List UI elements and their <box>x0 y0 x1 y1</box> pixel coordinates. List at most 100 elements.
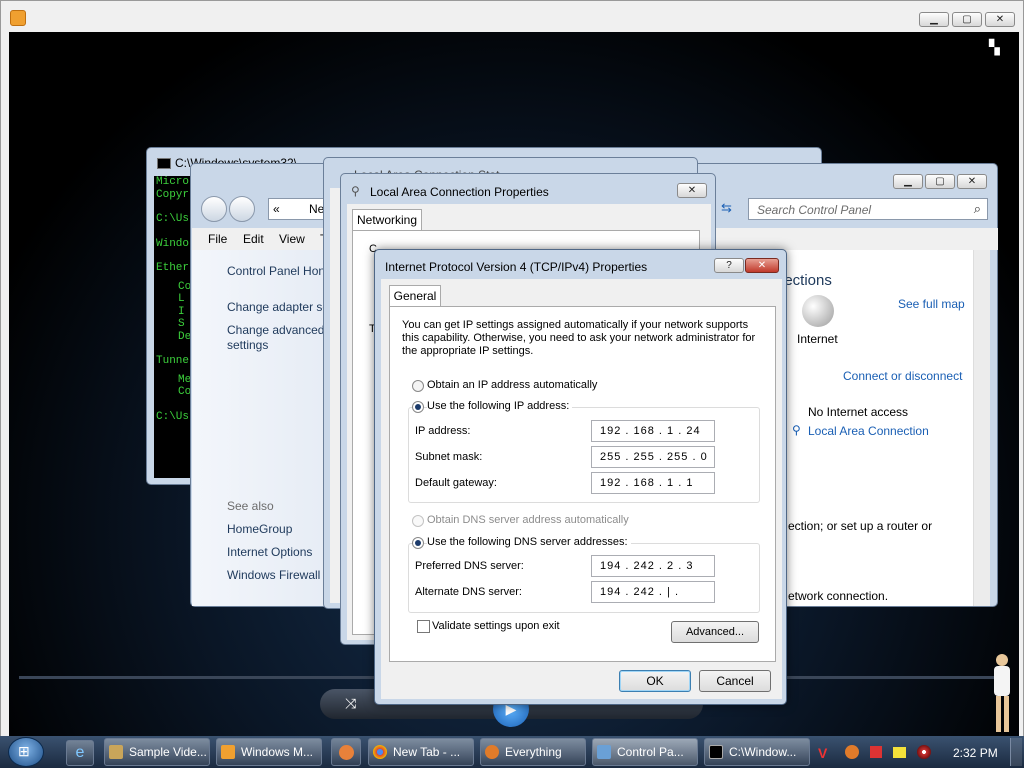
desktop-figure <box>984 652 1020 736</box>
ok-button[interactable]: OK <box>619 670 691 692</box>
tab-networking[interactable]: Networking <box>352 209 422 231</box>
use-dns-radio[interactable] <box>412 537 424 549</box>
forward-button[interactable] <box>229 196 255 222</box>
obtain-dns-label: Obtain DNS server address automatically <box>427 514 629 526</box>
chrome-icon <box>373 745 387 759</box>
no-internet-access: No Internet access <box>808 405 909 419</box>
preferred-dns-input[interactable]: 194 . 242 . 2 . 3 <box>591 555 715 577</box>
taskbar-item-label: Windows M... <box>241 745 314 759</box>
folder-icon <box>109 745 123 759</box>
alternate-dns-input[interactable]: 194 . 242 . | . <box>591 581 715 603</box>
lan-icon: ⚲ <box>792 423 801 437</box>
close-button[interactable]: ✕ <box>677 183 707 198</box>
taskbar-item-sample-video[interactable]: Sample Vide... <box>104 738 210 766</box>
obtain-ip-radio[interactable] <box>412 380 424 392</box>
sidebar-item-advanced[interactable]: Change advanced <box>227 323 324 337</box>
alternate-dns-label: Alternate DNS server: <box>415 586 522 598</box>
network-icon: ⚲ <box>351 184 360 198</box>
menu-edit[interactable]: Edit <box>243 232 264 246</box>
tray-v-icon[interactable]: V <box>818 745 827 761</box>
firefox-icon[interactable] <box>331 738 361 766</box>
setup-text: ection; or set up a router or <box>788 519 933 533</box>
show-desktop-button[interactable] <box>1010 738 1022 766</box>
sidebar: Control Panel Hon Change adapter se Chan… <box>192 250 332 606</box>
use-ip-radio[interactable] <box>412 401 424 413</box>
cancel-button[interactable]: Cancel <box>699 670 771 692</box>
dialog-body: General You can get IP settings assigned… <box>381 279 782 699</box>
shuffle-icon[interactable]: ⤨ <box>345 695 363 713</box>
default-gateway-label: Default gateway: <box>415 477 497 489</box>
search-icon: ⌕ <box>973 201 981 216</box>
sidebar-item-firewall[interactable]: Windows Firewall <box>227 568 320 582</box>
connect-disconnect-link[interactable]: Connect or disconnect <box>843 369 962 383</box>
sidebar-item-adapter[interactable]: Change adapter se <box>227 300 329 314</box>
close-button[interactable]: ✕ <box>957 174 987 189</box>
internet-label: Internet <box>797 332 838 346</box>
start-button[interactable]: ⊞ <box>8 737 44 767</box>
obtain-ip-label[interactable]: Obtain an IP address automatically <box>427 379 597 391</box>
vertical-scrollbar[interactable] <box>973 250 990 606</box>
see-also-heading: See also <box>227 499 274 513</box>
see-full-map-link[interactable]: See full map <box>898 297 965 311</box>
ip-address-input[interactable]: 192 . 168 . 1 . 24 <box>591 420 715 442</box>
close-button[interactable]: ✕ <box>985 12 1015 27</box>
media-player-icon <box>10 10 26 26</box>
use-dns-label[interactable]: Use the following DNS server addresses: <box>427 536 631 548</box>
subnet-mask-input[interactable]: 255 . 255 . 255 . 0 <box>591 446 715 468</box>
menu-file[interactable]: File <box>208 232 227 246</box>
default-gateway-input[interactable]: 192 . 168 . 1 . 1 <box>591 472 715 494</box>
back-arrows-icon: « <box>273 202 280 216</box>
tab-general[interactable]: General <box>389 285 441 307</box>
search-icon <box>485 745 499 759</box>
taskbar-item-new-tab[interactable]: New Tab - ... <box>368 738 474 766</box>
taskbar-item-label: New Tab - ... <box>393 745 461 759</box>
maximize-button[interactable]: ▢ <box>952 12 982 27</box>
advanced-button[interactable]: Advanced... <box>671 621 759 643</box>
minimize-button[interactable]: ▁ <box>919 12 949 27</box>
tray-search-icon[interactable] <box>845 745 859 759</box>
taskbar-item-cmd[interactable]: C:\Window... <box>704 738 810 766</box>
sidebar-item-homegroup[interactable]: HomeGroup <box>227 522 292 536</box>
tray-note-icon[interactable] <box>893 747 906 758</box>
menu-view[interactable]: View <box>279 232 305 246</box>
help-button[interactable]: ? <box>714 258 744 273</box>
taskbar-item-windows-media[interactable]: Windows M... <box>216 738 322 766</box>
local-area-connection-link[interactable]: Local Area Connection <box>808 424 929 438</box>
maximize-button[interactable]: ▢ <box>925 174 955 189</box>
preferred-dns-label: Preferred DNS server: <box>415 560 524 572</box>
close-button[interactable]: ✕ <box>745 258 779 273</box>
general-tab-panel: You can get IP settings assigned automat… <box>389 306 776 662</box>
subnet-mask-label: Subnet mask: <box>415 451 483 463</box>
back-button[interactable] <box>201 196 227 222</box>
refresh-icon[interactable]: ⇆ <box>721 200 739 218</box>
clock[interactable]: 2:32 PM <box>953 746 998 760</box>
sidebar-item-internet-options[interactable]: Internet Options <box>227 545 312 559</box>
minimize-button[interactable]: ▁ <box>893 174 923 189</box>
address-bar[interactable]: « Ne <box>268 198 328 220</box>
lac-properties-title: Local Area Connection Properties <box>370 185 549 199</box>
taskbar-item-label: Everything <box>505 745 562 759</box>
control-panel-icon <box>597 745 611 759</box>
tray-volume-icon[interactable] <box>917 745 931 759</box>
validate-checkbox[interactable] <box>417 620 430 633</box>
tray-flag-icon[interactable] <box>870 746 882 758</box>
search-input[interactable]: Search Control Panel ⌕ <box>748 198 988 220</box>
use-ip-label[interactable]: Use the following IP address: <box>427 400 573 412</box>
sidebar-item-home[interactable]: Control Panel Hon <box>227 264 325 278</box>
cmd-icon <box>157 158 171 169</box>
switch-to-library-icon[interactable]: ▚ <box>989 39 1005 55</box>
windows-logo-icon: ⊞ <box>18 743 30 759</box>
validate-label[interactable]: Validate settings upon exit <box>432 620 560 632</box>
taskbar-item-control-panel[interactable]: Control Pa... <box>592 738 698 766</box>
media-player-icon <box>221 745 235 759</box>
dialog-title: Internet Protocol Version 4 (TCP/IPv4) P… <box>385 260 648 274</box>
sidebar-item-advanced-2[interactable]: settings <box>227 338 268 352</box>
description-text: You can get IP settings assigned automat… <box>402 319 756 357</box>
ipv4-dialog: Internet Protocol Version 4 (TCP/IPv4) P… <box>374 249 787 705</box>
ie-icon[interactable]: e <box>66 740 94 766</box>
taskbar-item-everything[interactable]: Everything <box>480 738 586 766</box>
internet-globe-icon <box>802 295 834 327</box>
network-connection-text: etwork connection. <box>788 589 889 603</box>
search-placeholder: Search Control Panel <box>757 203 872 217</box>
cmd-icon <box>709 745 723 759</box>
